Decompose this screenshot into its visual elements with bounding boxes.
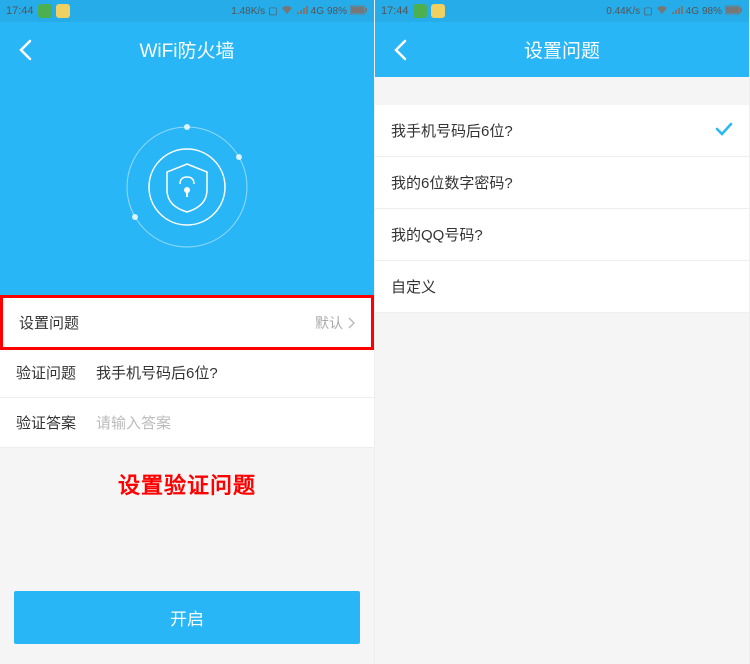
option-label: 我的6位数字密码? [391,172,513,193]
wifi-icon [656,5,668,18]
status-app-icon [38,4,52,18]
back-button[interactable] [10,35,40,65]
status-network: 4G [311,6,324,17]
page-title: 设置问题 [375,36,749,63]
right-screen: 17:44 0.44K/s ▢ 4G 98% 设置问题 [375,0,750,664]
signal-icon [671,5,683,18]
battery-icon [725,5,743,18]
status-bar: 17:44 0.44K/s ▢ 4G 98% [375,0,749,22]
hero-graphic [0,77,374,297]
question-options-list: 我手机号码后6位? 我的6位数字密码? 我的QQ号码? 自定义 [375,105,749,313]
verify-answer-label: 验证答案 [16,412,76,433]
status-app-icon [431,4,445,18]
sim-icon: ▢ [268,6,277,17]
battery-icon [350,5,368,18]
setup-question-row[interactable]: 设置问题 默认 [0,295,374,350]
verify-question-label: 验证问题 [16,362,76,383]
status-battery: 98% [702,6,722,17]
signal-icon [296,5,308,18]
status-battery: 98% [327,6,347,17]
chevron-right-icon [347,317,355,329]
option-label: 我的QQ号码? [391,224,483,245]
status-time: 17:44 [381,5,409,17]
check-icon [715,122,733,140]
status-speed: 0.44K/s [606,6,640,17]
back-button[interactable] [385,35,415,65]
status-speed: 1.48K/s [231,6,265,17]
setup-question-label: 设置问题 [19,312,79,333]
option-row-2[interactable]: 我的6位数字密码? [375,157,749,209]
status-app-icon [56,4,70,18]
enable-button[interactable]: 开启 [14,591,360,644]
settings-list: 设置问题 默认 验证问题 我手机号码后6位? 验证答案 请输入答案 [0,297,374,448]
status-network: 4G [686,6,699,17]
verify-question-row: 验证问题 我手机号码后6位? [0,348,374,398]
status-app-icon [413,4,427,18]
left-screen: 17:44 1.48K/s ▢ 4G 98% WiFi防火墙 [0,0,375,664]
page-title: WiFi防火墙 [0,36,374,63]
verify-question-value: 我手机号码后6位? [96,362,218,383]
verify-answer-input[interactable]: 请输入答案 [96,412,358,433]
option-row-3[interactable]: 我的QQ号码? [375,209,749,261]
option-row-1[interactable]: 我手机号码后6位? [375,105,749,157]
wifi-icon [281,5,293,18]
option-label: 我手机号码后6位? [391,120,513,141]
annotation-caption: 设置验证问题 [0,468,374,500]
option-row-4[interactable]: 自定义 [375,261,749,313]
setup-question-value: 默认 [315,313,343,333]
status-time: 17:44 [6,5,34,17]
verify-answer-row[interactable]: 验证答案 请输入答案 [0,398,374,448]
status-bar: 17:44 1.48K/s ▢ 4G 98% [0,0,374,22]
sim-icon: ▢ [643,6,652,17]
option-label: 自定义 [391,276,436,297]
